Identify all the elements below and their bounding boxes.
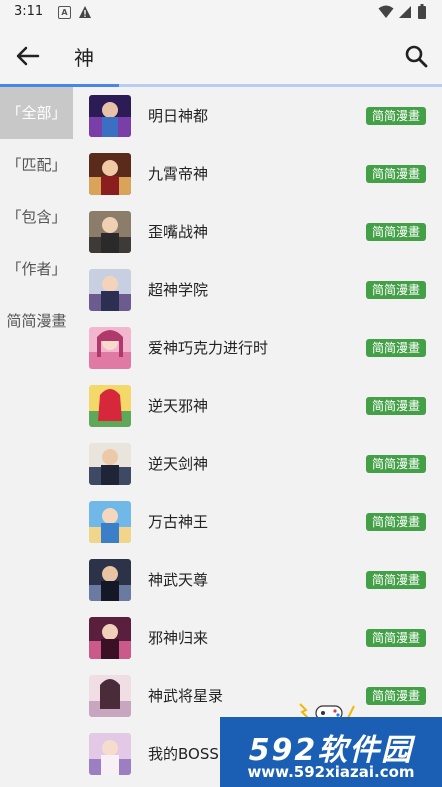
source-badge: 简简漫畫 [366, 513, 426, 531]
list-item[interactable]: 明日神都 简简漫畫 [73, 87, 442, 145]
search-icon[interactable] [400, 40, 432, 72]
comic-title: 逆天剑神 [148, 455, 209, 473]
status-time: 3:11 [14, 4, 44, 19]
comic-cover-image [89, 153, 131, 195]
source-badge: 简简漫畫 [366, 571, 426, 589]
wifi-icon [378, 5, 394, 18]
list-item[interactable]: 万古神王 简简漫畫 [73, 493, 442, 551]
a-notification-icon: A [58, 6, 71, 19]
filter-item-author[interactable]: 「作者」 [0, 243, 73, 295]
signal-icon [399, 6, 411, 18]
comic-cover-image [89, 443, 131, 485]
source-badge: 简简漫畫 [366, 629, 426, 647]
comic-title: 我的BOSS [148, 745, 219, 763]
filter-item-contains[interactable]: 「包含」 [0, 191, 73, 243]
comic-title: 明日神都 [148, 107, 209, 125]
source-badge: 简简漫畫 [366, 339, 426, 357]
source-badge: 简简漫畫 [366, 455, 426, 473]
filter-item-source[interactable]: 简简漫畫 [0, 295, 73, 347]
source-badge: 简简漫畫 [366, 281, 426, 299]
list-item[interactable]: 歪嘴战神 简简漫畫 [73, 203, 442, 261]
comic-title: 神武天尊 [148, 571, 209, 589]
comic-title: 邪神归来 [148, 629, 209, 647]
comic-title: 神武将星录 [148, 687, 224, 705]
source-badge: 简简漫畫 [366, 223, 426, 241]
comic-title: 超神学院 [148, 281, 209, 299]
comic-title: 九霄帝神 [148, 165, 209, 183]
list-item[interactable]: 逆天邪神 简简漫畫 [73, 377, 442, 435]
comic-cover-image [89, 269, 131, 311]
filter-item-all[interactable]: 「全部」 [0, 87, 73, 139]
comic-cover-image [89, 617, 131, 659]
filter-item-match[interactable]: 「匹配」 [0, 139, 73, 191]
arrow-left-icon[interactable] [12, 40, 44, 72]
comic-cover-image [89, 501, 131, 543]
comic-title: 歪嘴战神 [148, 223, 209, 241]
result-list: 明日神都 简简漫畫 九霄帝神 简简漫畫 歪嘴战神 简简漫畫 超神学院 简简漫畫 [73, 87, 442, 787]
site-watermark: 592软件园 www.592xiazai.com [220, 717, 442, 787]
list-item[interactable]: 爱神巧克力进行时 简简漫畫 [73, 319, 442, 377]
comic-cover-image [89, 385, 131, 427]
comic-title: 万古神王 [148, 513, 209, 531]
filter-sidebar: 「全部」 「匹配」 「包含」 「作者」 简简漫畫 [0, 87, 73, 787]
comic-cover-image [89, 95, 131, 137]
watermark-url: www.592xiazai.com [247, 763, 415, 781]
battery-icon [418, 4, 426, 19]
list-item[interactable]: 超神学院 简简漫畫 [73, 261, 442, 319]
comic-cover-image [89, 559, 131, 601]
source-badge: 简简漫畫 [366, 687, 426, 705]
comic-cover-image [89, 327, 131, 369]
comic-title: 爱神巧克力进行时 [148, 339, 269, 357]
search-query-text[interactable]: 神 [74, 42, 94, 71]
list-item[interactable]: 逆天剑神 简简漫畫 [73, 435, 442, 493]
warning-icon [79, 6, 91, 18]
comic-cover-image [89, 211, 131, 253]
comic-cover-image [89, 675, 131, 717]
list-item[interactable]: 邪神归来 简简漫畫 [73, 609, 442, 667]
status-bar: 3:11 A [0, 0, 442, 26]
source-badge: 简简漫畫 [366, 397, 426, 415]
source-badge: 简简漫畫 [366, 107, 426, 125]
comic-title: 逆天邪神 [148, 397, 209, 415]
search-toolbar: 神 [0, 26, 442, 84]
list-item[interactable]: 九霄帝神 简简漫畫 [73, 145, 442, 203]
source-badge: 简简漫畫 [366, 165, 426, 183]
comic-cover-image [89, 733, 131, 775]
list-item[interactable]: 神武天尊 简简漫畫 [73, 551, 442, 609]
